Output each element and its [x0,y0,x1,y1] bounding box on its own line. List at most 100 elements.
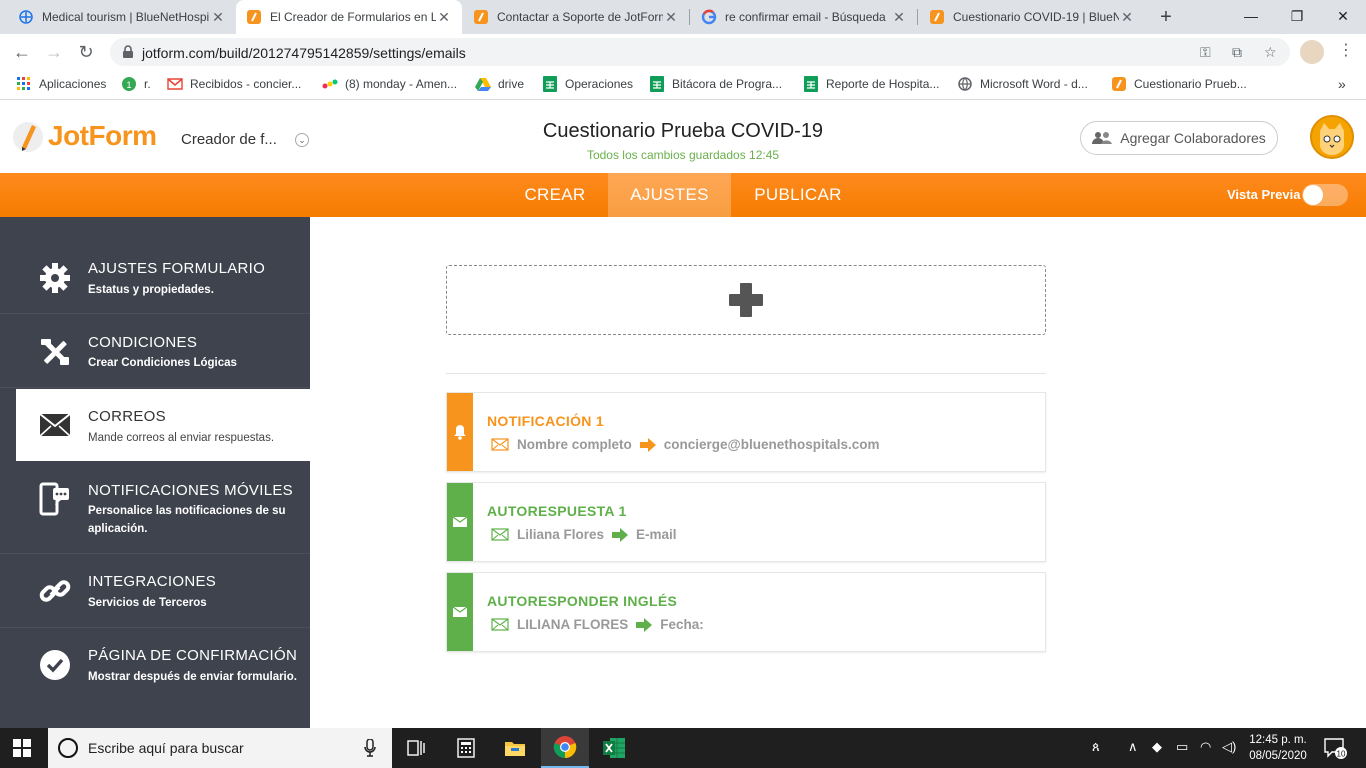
plus-icon [729,283,763,317]
google-icon [701,9,717,25]
card-stripe [447,483,473,561]
bookmark-apps[interactable]: Aplicaciones [16,76,106,92]
reload-button[interactable]: ↻ [74,40,98,64]
tab-title: Cuestionario COVID-19 | BlueN [953,10,1119,24]
email-from: Liliana Flores [517,527,605,542]
bookmark-item[interactable]: Operaciones [542,76,633,92]
browser-tab[interactable]: Medical tourism | BlueNetHospi ✕ [8,0,236,34]
email-card-autoresponder[interactable]: AUTORESPUESTA 1 Liliana Flores E-mail [446,482,1046,562]
bookmark-label: r. [144,77,151,91]
key-icon[interactable]: ⚿ [1200,44,1211,61]
action-center-icon[interactable]: 10 [1324,738,1348,765]
menu-kebab-icon[interactable]: ⋮ [1338,40,1354,60]
sidebar-item-confirmation-page[interactable]: PÁGINA DE CONFIRMACIÓN Mostrar después d… [0,628,310,728]
preview-toggle[interactable] [1302,184,1348,206]
browser-tab[interactable]: Contactar a Soporte de JotForm ✕ [463,0,689,34]
minimize-button[interactable]: — [1228,0,1274,34]
add-email-button[interactable] [446,265,1046,335]
chevron-up-icon[interactable]: ∧ [1128,739,1138,755]
bookmarks-overflow-icon[interactable]: » [1338,76,1346,92]
bookmark-item[interactable]: (8) monday - Amen... [322,76,457,92]
sidebar-item-conditions[interactable]: CONDICIONES Crear Condiciones Lógicas [0,315,310,388]
tab-ajustes[interactable]: AJUSTES [608,173,731,217]
settings-sidebar: AJUSTES FORMULARIO Estatus y propiedades… [0,217,310,728]
task-view-icon[interactable] [392,728,440,768]
dropbox-icon[interactable]: ◆ [1152,739,1162,755]
file-explorer-icon[interactable] [491,728,539,768]
people-icon[interactable]: ጰ [1092,739,1100,755]
email-card-notification[interactable]: NOTIFICACIÓN 1 Nombre completo concierge… [446,392,1046,472]
bookmark-item[interactable]: Recibidos - concier... [167,76,301,92]
bookmark-item[interactable]: drive [475,76,524,92]
sidebar-item-emails[interactable]: CORREOS Mande correos al enviar respuest… [16,389,310,461]
star-icon[interactable]: ☆ [1264,44,1277,61]
link-icon [38,574,72,608]
close-window-button[interactable]: ✕ [1320,0,1366,34]
email-to: concierge@bluenethospitals.com [663,437,880,452]
tools-icon [38,335,72,369]
volume-icon[interactable]: ◁) [1222,739,1236,755]
bookmark-label: (8) monday - Amen... [345,77,458,91]
excel-icon[interactable] [590,728,638,768]
app-header: JotForm Creador de f... ⌄ Cuestionario P… [0,101,1366,173]
jotform-icon [473,9,489,25]
forward-button[interactable]: → [42,40,66,64]
close-icon[interactable]: ✕ [663,9,679,26]
maximize-button[interactable]: ❐ [1274,0,1320,34]
profile-avatar[interactable] [1300,40,1324,64]
email-card-autoresponder[interactable]: AUTORESPONDER INGLÉS LILIANA FLORES Fech… [446,572,1046,652]
taskbar-clock[interactable]: 12:45 p. m. 08/05/2020 [1246,732,1310,764]
jotform-icon [246,9,262,25]
new-tab-button[interactable]: + [1155,6,1177,28]
notification-count: 10 [1337,750,1346,759]
tab-crear[interactable]: CREAR [510,173,600,217]
sidebar-item-integrations[interactable]: INTEGRACIONES Servicios de Terceros [0,554,310,628]
browser-tab[interactable]: re confirmar email - Búsqueda ✕ [691,0,917,34]
envelope-outline-icon [491,438,509,451]
bookmark-item[interactable]: Microsoft Word - d... [957,76,1088,92]
clock-time: 12:45 p. m. [1249,734,1307,746]
close-icon[interactable]: ✕ [210,9,226,26]
back-button[interactable]: ← [10,40,34,64]
check-circle-icon [38,648,72,682]
sidebar-item-mobile-notifications[interactable]: NOTIFICACIONES MÓVILES Personalice las n… [0,462,310,554]
tab-title: Contactar a Soporte de JotForm [497,10,663,24]
bookmark-item[interactable]: Cuestionario Prueb... [1111,76,1247,92]
chrome-icon[interactable] [541,728,589,768]
translate-icon[interactable]: ⧉ [1232,44,1242,61]
browser-tab-active[interactable]: El Creador de Formularios en Lí ✕ [236,0,462,34]
bookmark-item[interactable]: Reporte de Hospita... [803,76,939,92]
bookmark-item[interactable]: Bitácora de Progra... [649,76,782,92]
builder-nav: CREAR AJUSTES PUBLICAR Vista Previa [0,173,1366,217]
gmail-icon [167,76,183,92]
browser-tab[interactable]: Cuestionario COVID-19 | BlueN ✕ [919,0,1145,34]
tab-publicar[interactable]: PUBLICAR [748,173,848,217]
jotform-icon [929,9,945,25]
calculator-icon[interactable] [442,728,490,768]
envelope-icon [38,408,72,442]
taskbar-search-box[interactable]: Escribe aquí para buscar [48,728,392,768]
wifi-icon[interactable]: ◠ [1200,739,1211,755]
envelope-outline-icon [491,528,509,541]
close-icon[interactable]: ✕ [436,9,452,26]
microphone-icon[interactable] [364,738,376,762]
address-bar[interactable]: jotform.com/build/201274795142859/settin… [110,38,1290,66]
sidebar-item-title: PÁGINA DE CONFIRMACIÓN [88,647,298,664]
close-icon[interactable]: ✕ [1119,9,1135,26]
user-avatar[interactable] [1310,115,1354,159]
sidebar-item-title: AJUSTES FORMULARIO [88,260,266,277]
add-collaborators-button[interactable]: Agregar Colaboradores [1080,121,1278,155]
sidebar-item-form-settings[interactable]: AJUSTES FORMULARIO Estatus y propiedades… [0,217,310,314]
tab-title: re confirmar email - Búsqueda [725,10,886,24]
sidebar-item-subtitle: Mande correos al enviar respuestas. [88,432,275,444]
monday-icon [322,76,338,92]
battery-icon[interactable]: ▭ [1176,739,1188,755]
sheets-icon [649,76,665,92]
sidebar-item-subtitle: Mostrar después de enviar formulario. [88,671,297,683]
close-icon[interactable]: ✕ [891,9,907,26]
windows-start-icon[interactable] [13,739,31,762]
sidebar-item-title: INTEGRACIONES [88,573,217,590]
apps-grid-icon [16,76,32,92]
envelope-outline-icon [491,618,509,631]
bookmark-item[interactable]: 1 r. [121,76,151,92]
